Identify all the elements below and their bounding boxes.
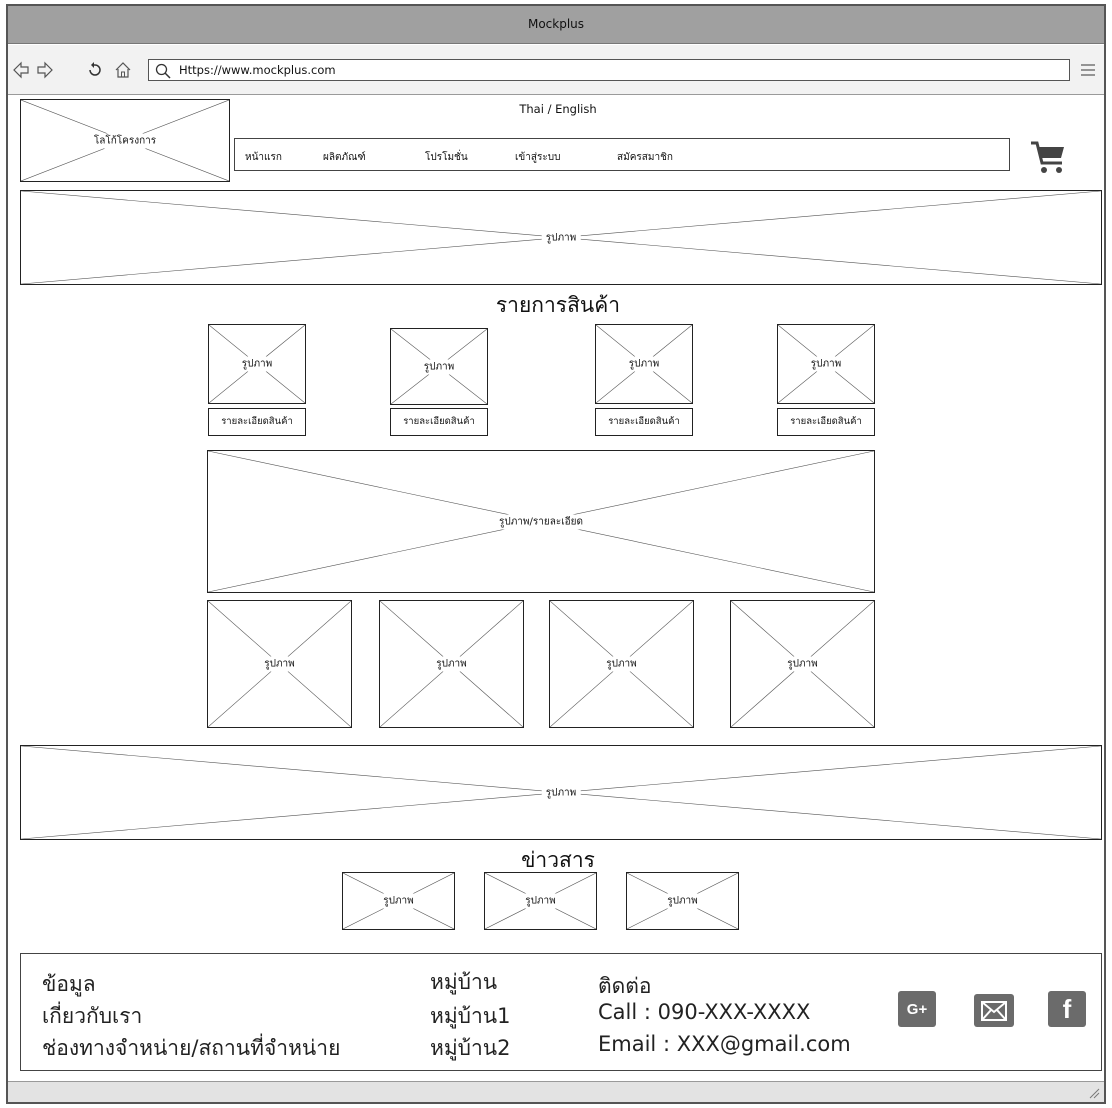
product-detail[interactable]: รายละเอียดสินค้า [595,408,693,436]
shopping-cart-icon[interactable] [1028,137,1068,177]
search-icon [154,62,172,80]
product-image-label: รูปภาพ [624,356,664,372]
gallery-image[interactable]: รูปภาพ [730,600,875,728]
footer-channels-link[interactable]: ช่องทางจำหน่าย/สถานที่จำหน่าย [42,1032,340,1065]
logo-placeholder[interactable]: โลโก้โครงการ [20,99,230,182]
email-icon[interactable] [974,994,1014,1027]
news-label: รูปภาพ [379,893,418,909]
footer-contact-heading: ติดต่อ [598,974,652,998]
google-plus-icon[interactable]: G+ [898,991,936,1027]
product-image-label: รูปภาพ [237,356,277,372]
product-detail[interactable]: รายละเอียดสินค้า [390,408,488,436]
hamburger-menu-icon[interactable] [1078,60,1098,80]
google-plus-glyph: G+ [906,1000,928,1018]
bottom-banner-label: รูปภาพ [541,785,581,800]
news-label: รูปภาพ [663,893,702,909]
product-image[interactable]: รูปภาพ [777,324,875,404]
nav-register[interactable]: สมัครสมาชิก [617,150,673,165]
product-image-label: รูปภาพ [806,356,846,372]
footer-village-heading: หมู่บ้าน [430,970,498,994]
top-banner[interactable]: รูปภาพ [20,190,1102,285]
window-title: Mockplus [527,17,585,31]
main-nav: หน้าแรก ผลิตภัณฑ์ โปรโมชั่น เข้าสู่ระบบ … [234,138,1010,171]
status-bar [8,1081,1104,1102]
product-detail[interactable]: รายละเอียดสินค้า [208,408,306,436]
browser-window: Mockplus Https://www.mockplus.com โลโก้โ… [6,4,1106,1104]
facebook-icon[interactable]: f [1048,991,1086,1027]
back-icon[interactable] [10,59,32,81]
product-image-label: รูปภาพ [419,359,459,374]
logo-label: โลโก้โครงการ [89,133,161,148]
bottom-banner[interactable]: รูปภาพ [20,745,1102,840]
news-image[interactable]: รูปภาพ [484,872,597,930]
nav-home[interactable]: หน้าแรก [245,150,282,165]
resize-grip-icon[interactable] [1088,1087,1100,1099]
gallery-image[interactable]: รูปภาพ [379,600,524,728]
product-image[interactable]: รูปภาพ [208,324,306,404]
facebook-glyph: f [1062,993,1072,1024]
gallery-label: รูปภาพ [783,656,822,672]
gallery-image[interactable]: รูปภาพ [549,600,694,728]
feature-label: รูปภาพ/รายละเอียด [494,514,588,529]
home-icon[interactable] [112,59,134,81]
nav-promotions[interactable]: โปรโมชั่น [425,150,468,165]
nav-login[interactable]: เข้าสู่ระบบ [515,150,560,165]
browser-toolbar: Https://www.mockplus.com [8,45,1104,95]
news-label: รูปภาพ [521,893,560,909]
gallery-label: รูปภาพ [432,656,471,672]
gallery-label: รูปภาพ [260,656,299,672]
product-image[interactable]: รูปภาพ [595,324,693,404]
footer-about-link[interactable]: เกี่ยวกับเรา [42,1000,142,1033]
window-titlebar: Mockplus [8,6,1104,44]
page-content: โลโก้โครงการ Thai / English หน้าแรก ผลิต… [8,96,1104,1081]
feature-image[interactable]: รูปภาพ/รายละเอียด [207,450,875,593]
gallery-label: รูปภาพ [602,656,641,672]
news-image[interactable]: รูปภาพ [626,872,739,930]
url-text: Https://www.mockplus.com [179,63,336,77]
footer-village1-link[interactable]: หมู่บ้าน1 [430,1000,511,1033]
product-detail[interactable]: รายละเอียดสินค้า [777,408,875,436]
footer-phone: Call : 090-XXX-XXXX [598,1000,811,1024]
top-banner-label: รูปภาพ [541,230,581,245]
product-image[interactable]: รูปภาพ [390,328,488,405]
nav-products[interactable]: ผลิตภัณฑ์ [323,150,366,165]
gallery-image[interactable]: รูปภาพ [207,600,352,728]
news-image[interactable]: รูปภาพ [342,872,455,930]
language-switch[interactable]: Thai / English [448,102,668,116]
forward-icon[interactable] [34,59,56,81]
footer-info-heading: ข้อมูล [42,972,96,996]
footer-village2-link[interactable]: หมู่บ้าน2 [430,1032,511,1065]
products-title: รายการสินค้า [495,293,621,317]
footer-email[interactable]: Email : XXX@gmail.com [598,1032,851,1056]
refresh-icon[interactable] [84,59,106,81]
site-footer: ข้อมูล เกี่ยวกับเรา ช่องทางจำหน่าย/สถานท… [20,953,1102,1071]
url-bar[interactable]: Https://www.mockplus.com [148,59,1070,81]
